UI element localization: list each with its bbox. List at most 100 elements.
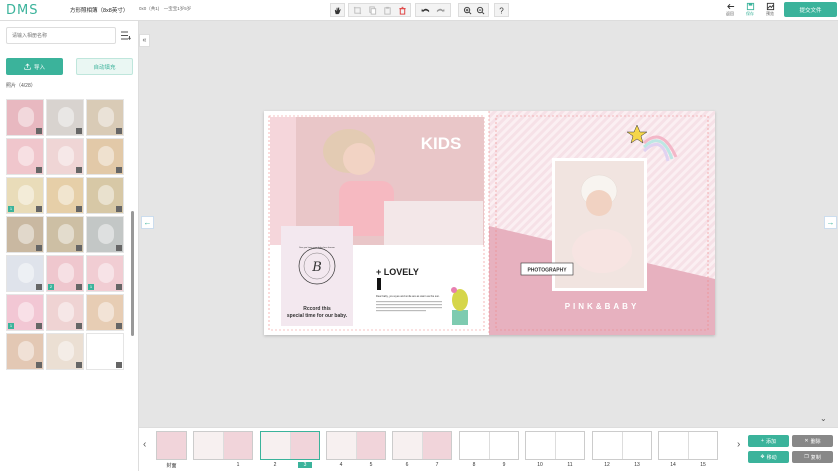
page-thumbnail[interactable] [156, 431, 187, 460]
sort-list-icon[interactable] [121, 31, 131, 40]
page-thumbnail[interactable] [326, 431, 386, 460]
record-text-2[interactable]: special time for our baby. [287, 313, 348, 319]
hand-tool-button[interactable] [330, 3, 345, 17]
add-page-button[interactable]: + 添加 [748, 435, 789, 447]
trash-icon[interactable] [76, 362, 82, 368]
photo-thumbnail[interactable] [86, 99, 124, 136]
back-button[interactable]: 返回 [721, 2, 739, 17]
undo-icon[interactable] [421, 6, 430, 15]
photo-thumbnail[interactable] [86, 138, 124, 175]
photo-thumbnail[interactable] [6, 138, 44, 175]
trash-icon[interactable] [76, 128, 82, 134]
trash-icon[interactable] [36, 284, 42, 290]
photo-thumbnail[interactable]: 2 [46, 255, 84, 292]
kids-title[interactable]: KIDS [421, 134, 462, 153]
edit-tools-group [348, 3, 411, 17]
photo-thumbnail[interactable] [46, 333, 84, 370]
photo-thumbnail[interactable] [86, 333, 124, 370]
page-thumbnail[interactable] [658, 431, 718, 460]
page-thumbnail[interactable] [260, 431, 320, 460]
trash-icon[interactable] [36, 128, 42, 134]
trash-icon[interactable] [116, 362, 122, 368]
strip-prev-icon[interactable]: ‹ [143, 439, 146, 450]
page-number: 4 [339, 462, 343, 468]
trash-icon[interactable] [116, 284, 122, 290]
import-button[interactable]: 导入 [6, 58, 63, 75]
zoom-out-icon[interactable] [476, 6, 485, 15]
crop-icon[interactable] [353, 6, 362, 15]
page-half [157, 432, 186, 459]
album-search-input[interactable] [6, 27, 116, 44]
photo-thumbnail[interactable] [6, 255, 44, 292]
photo-subject [18, 341, 34, 361]
baby-body [572, 229, 632, 273]
copy-icon[interactable] [368, 5, 377, 15]
photo-thumbnail[interactable]: 1 [86, 255, 124, 292]
photo-thumbnail[interactable] [6, 99, 44, 136]
photo-thumbnail[interactable] [6, 216, 44, 253]
save-button[interactable]: 保存 [741, 2, 759, 17]
cactus-pot [452, 310, 468, 325]
trash-icon[interactable] [76, 245, 82, 251]
delete-page-button[interactable]: ✕ 删除 [792, 435, 833, 447]
page-thumbnail[interactable] [193, 431, 253, 460]
photo-subject [58, 107, 74, 127]
body-line[interactable]: Dear baby, you eyes and smile are as war… [376, 294, 440, 298]
submit-button[interactable]: 提交文件 [784, 2, 837, 17]
trash-icon[interactable] [36, 167, 42, 173]
photo-thumbnail[interactable]: 1 [6, 177, 44, 214]
trash-icon[interactable] [36, 245, 42, 251]
pink-baby-label[interactable]: PINK&BABY [565, 302, 640, 311]
strip-next-icon[interactable]: › [737, 439, 740, 450]
trash-icon[interactable] [116, 128, 122, 134]
paste-icon[interactable] [383, 6, 392, 15]
expand-chevron-icon[interactable]: ⌄ [820, 414, 827, 423]
trash-icon[interactable] [76, 284, 82, 290]
photo-thumbnail[interactable] [6, 333, 44, 370]
trash-icon[interactable] [76, 167, 82, 173]
trash-icon[interactable] [116, 323, 122, 329]
lovely-label[interactable]: + LOVELY [376, 267, 419, 277]
next-spread-button[interactable]: → [824, 216, 837, 229]
trash-icon[interactable] [36, 362, 42, 368]
move-icon: ✥ [760, 454, 765, 460]
photo-thumbnail[interactable] [46, 99, 84, 136]
photo-thumbnail[interactable] [46, 138, 84, 175]
page-thumbnail[interactable] [459, 431, 519, 460]
trash-icon[interactable] [76, 323, 82, 329]
bed-sheet [384, 201, 483, 245]
page-thumbnail[interactable] [592, 431, 652, 460]
page-half [659, 432, 689, 459]
photography-label[interactable]: PHOTOGRAPHY [527, 268, 567, 274]
trash-icon[interactable] [76, 206, 82, 212]
trash-icon[interactable] [116, 245, 122, 251]
photo-thumbnail[interactable] [86, 177, 124, 214]
copy-page-button[interactable]: ❐ 复制 [792, 451, 833, 463]
trash-icon[interactable] [36, 323, 42, 329]
page-thumbnail[interactable] [392, 431, 452, 460]
trash-icon[interactable] [36, 206, 42, 212]
sidebar-scrollbar[interactable] [131, 211, 134, 336]
photo-subject [18, 146, 34, 166]
trash-icon[interactable] [116, 167, 122, 173]
delete-icon[interactable] [398, 6, 407, 15]
photo-thumbnail[interactable] [86, 216, 124, 253]
help-button[interactable]: ? [494, 3, 509, 17]
collapse-sidebar-button[interactable]: « [139, 34, 150, 47]
zoom-in-icon[interactable] [463, 6, 472, 15]
photo-thumbnail[interactable] [86, 294, 124, 331]
autofill-button[interactable]: 自动填充 [76, 58, 133, 75]
page-number: 6 [405, 462, 409, 468]
photo-thumbnail[interactable]: 1 [6, 294, 44, 331]
trash-icon[interactable] [116, 206, 122, 212]
photo-thumbnail[interactable] [46, 294, 84, 331]
prev-spread-button[interactable]: ← [141, 216, 154, 229]
record-text-1[interactable]: Rccord this [303, 306, 331, 312]
page-thumbnail[interactable] [525, 431, 585, 460]
redo-icon[interactable] [436, 6, 445, 15]
photo-thumbnail[interactable] [46, 216, 84, 253]
move-page-button[interactable]: ✥ 移动 [748, 451, 789, 463]
page-number: 3 [298, 462, 312, 468]
preview-button[interactable]: 预览 [761, 2, 779, 17]
photo-thumbnail[interactable] [46, 177, 84, 214]
